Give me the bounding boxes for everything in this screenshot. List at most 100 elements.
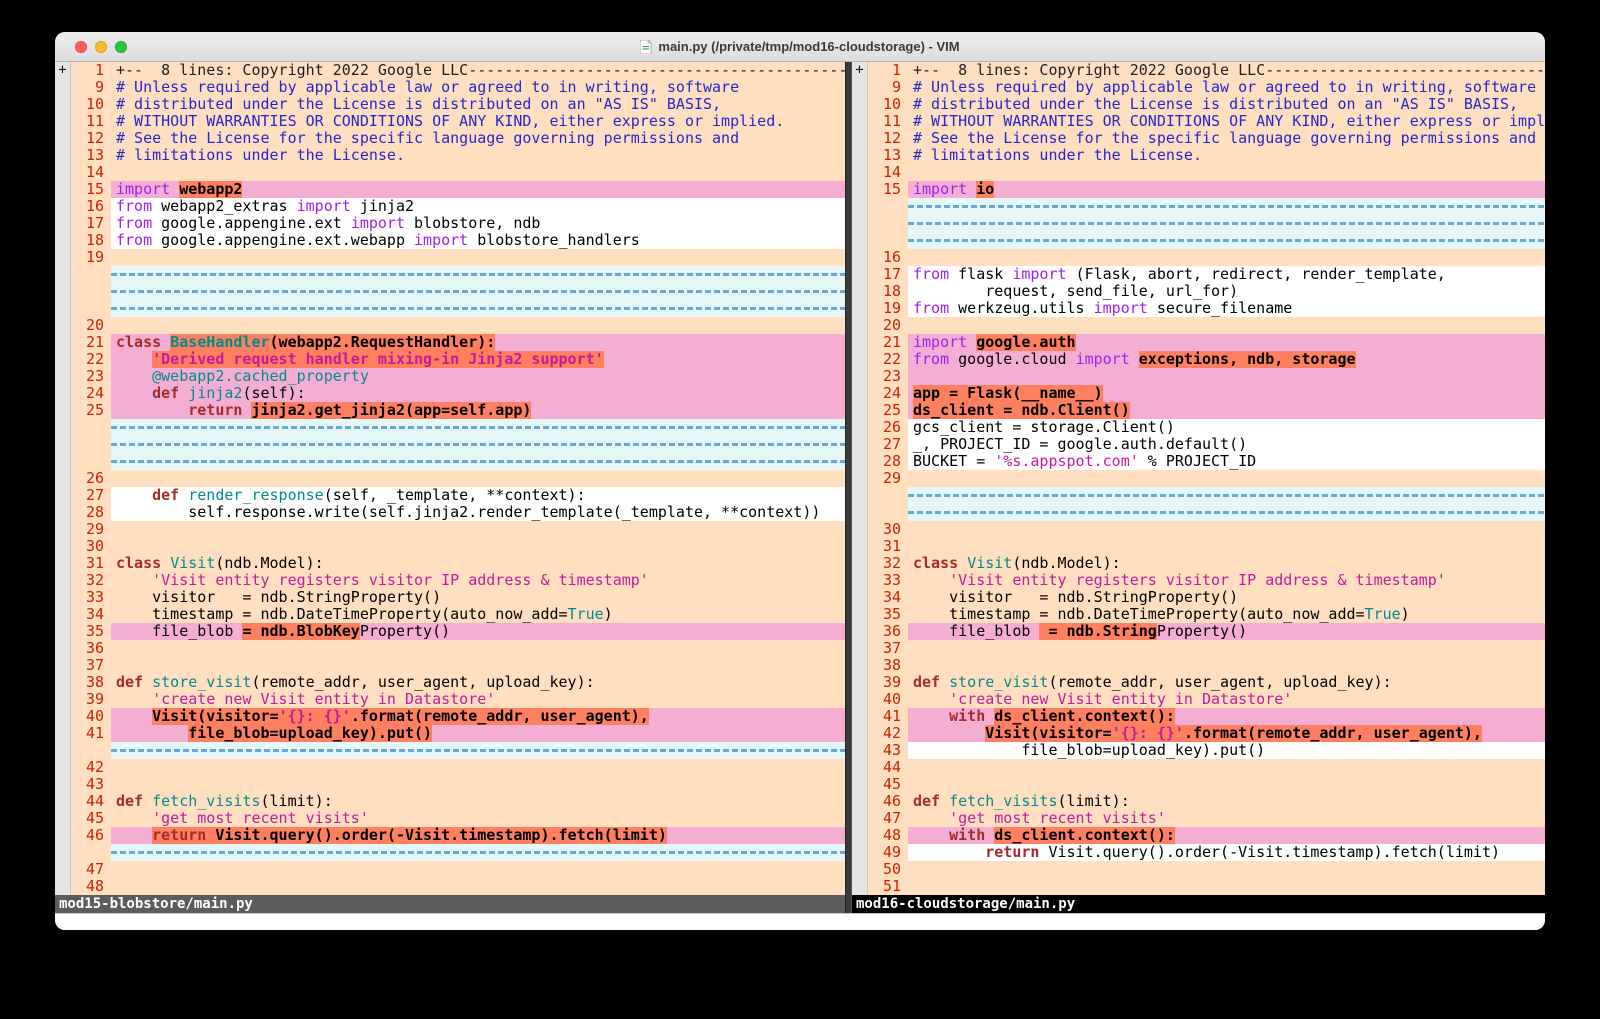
code-line[interactable]: 27 def render_response(self, _template, … bbox=[71, 487, 845, 504]
code-line[interactable]: 19from werkzeug.utils import secure_file… bbox=[868, 300, 1545, 317]
code-line[interactable]: 31 bbox=[868, 538, 1545, 555]
code-buffer-left[interactable]: 1+-- 8 lines: Copyright 2022 Google LLC-… bbox=[71, 62, 845, 895]
code-line[interactable]: 34 timestamp = ndb.DateTimeProperty(auto… bbox=[71, 606, 845, 623]
diff-filler-line[interactable] bbox=[868, 232, 1545, 249]
code-line[interactable]: 41 file_blob=upload_key).put() bbox=[71, 725, 845, 742]
code-line[interactable]: 42 Visit(visitor='{}: {}'.format(remote_… bbox=[868, 725, 1545, 742]
code-line[interactable]: 47 bbox=[71, 861, 845, 878]
code-line[interactable]: 43 bbox=[71, 776, 845, 793]
code-line[interactable]: 25ds_client = ndb.Client() bbox=[868, 402, 1545, 419]
code-line[interactable]: 14 bbox=[71, 164, 845, 181]
title-bar[interactable]: main.py (/private/tmp/mod16-cloudstorage… bbox=[55, 32, 1545, 62]
code-line[interactable]: 19 bbox=[71, 249, 845, 266]
folded-line[interactable]: 1+-- 8 lines: Copyright 2022 Google LLC-… bbox=[868, 62, 1545, 79]
code-line[interactable]: 12# See the License for the specific lan… bbox=[71, 130, 845, 147]
code-line[interactable]: 28 self.response.write(self.jinja2.rende… bbox=[71, 504, 845, 521]
code-line[interactable]: 44def fetch_visits(limit): bbox=[71, 793, 845, 810]
code-line[interactable]: 24app = Flask(__name__) bbox=[868, 385, 1545, 402]
code-line[interactable]: 10# distributed under the License is dis… bbox=[868, 96, 1545, 113]
horizontal-scrollbar[interactable] bbox=[55, 913, 1545, 930]
code-line[interactable]: 21class BaseHandler(webapp2.RequestHandl… bbox=[71, 334, 845, 351]
code-line[interactable]: 13# limitations under the License. bbox=[868, 147, 1545, 164]
code-line[interactable]: 11# WITHOUT WARRANTIES OR CONDITIONS OF … bbox=[71, 113, 845, 130]
close-button[interactable] bbox=[75, 41, 87, 53]
code-line[interactable]: 28BUCKET = '%s.appspot.com' % PROJECT_ID bbox=[868, 453, 1545, 470]
code-line[interactable]: 24 def jinja2(self): bbox=[71, 385, 845, 402]
code-line[interactable]: 22 'Derived request handler mixing-in Ji… bbox=[71, 351, 845, 368]
code-line[interactable]: 9# Unless required by applicable law or … bbox=[868, 79, 1545, 96]
code-line[interactable]: 20 bbox=[868, 317, 1545, 334]
code-line[interactable]: 23 @webapp2.cached_property bbox=[71, 368, 845, 385]
code-line[interactable]: 26gcs_client = storage.Client() bbox=[868, 419, 1545, 436]
code-line[interactable]: 11# WITHOUT WARRANTIES OR CONDITIONS OF … bbox=[868, 113, 1545, 130]
code-line[interactable]: 30 bbox=[71, 538, 845, 555]
diff-filler-line[interactable] bbox=[868, 215, 1545, 232]
fold-column[interactable]: + bbox=[852, 62, 868, 895]
code-line[interactable]: 14 bbox=[868, 164, 1545, 181]
code-line[interactable]: 43 file_blob=upload_key).put() bbox=[868, 742, 1545, 759]
diff-filler-line[interactable] bbox=[868, 504, 1545, 521]
code-line[interactable]: 18 request, send_file, url_for) bbox=[868, 283, 1545, 300]
code-buffer-right[interactable]: 1+-- 8 lines: Copyright 2022 Google LLC-… bbox=[868, 62, 1545, 895]
code-line[interactable]: 16from webapp2_extras import jinja2 bbox=[71, 198, 845, 215]
code-line[interactable]: 33 visitor = ndb.StringProperty() bbox=[71, 589, 845, 606]
code-line[interactable]: 10# distributed under the License is dis… bbox=[71, 96, 845, 113]
code-line[interactable]: 30 bbox=[868, 521, 1545, 538]
fold-toggle-icon[interactable]: + bbox=[855, 62, 863, 78]
code-line[interactable]: 35 file_blob = ndb.BlobKeyProperty() bbox=[71, 623, 845, 640]
code-line[interactable]: 51 bbox=[868, 878, 1545, 895]
code-line[interactable]: 37 bbox=[71, 657, 845, 674]
code-line[interactable]: 29 bbox=[71, 521, 845, 538]
code-line[interactable]: 37 bbox=[868, 640, 1545, 657]
code-line[interactable]: 40 Visit(visitor='{}: {}'.format(remote_… bbox=[71, 708, 845, 725]
code-line[interactable]: 39 'create new Visit entity in Datastore… bbox=[71, 691, 845, 708]
diff-filler-line[interactable] bbox=[71, 742, 845, 759]
code-line[interactable]: 50 bbox=[868, 861, 1545, 878]
code-line[interactable]: 18from google.appengine.ext.webapp impor… bbox=[71, 232, 845, 249]
code-line[interactable]: 48 with ds_client.context(): bbox=[868, 827, 1545, 844]
code-line[interactable]: 36 file_blob = ndb.StringProperty() bbox=[868, 623, 1545, 640]
diff-filler-line[interactable] bbox=[71, 419, 845, 436]
diff-filler-line[interactable] bbox=[868, 198, 1545, 215]
code-line[interactable]: 45 bbox=[868, 776, 1545, 793]
code-line[interactable]: 16 bbox=[868, 249, 1545, 266]
zoom-button[interactable] bbox=[115, 41, 127, 53]
code-line[interactable]: 31class Visit(ndb.Model): bbox=[71, 555, 845, 572]
code-line[interactable]: 27_, PROJECT_ID = google.auth.default() bbox=[868, 436, 1545, 453]
code-line[interactable]: 36 bbox=[71, 640, 845, 657]
code-line[interactable]: 38 bbox=[868, 657, 1545, 674]
diff-filler-line[interactable] bbox=[71, 283, 845, 300]
code-line[interactable]: 46def fetch_visits(limit): bbox=[868, 793, 1545, 810]
code-line[interactable]: 45 'get most recent visits' bbox=[71, 810, 845, 827]
code-line[interactable]: 20 bbox=[71, 317, 845, 334]
minimize-button[interactable] bbox=[95, 41, 107, 53]
diff-filler-line[interactable] bbox=[71, 453, 845, 470]
code-line[interactable]: 21import google.auth bbox=[868, 334, 1545, 351]
diff-filler-line[interactable] bbox=[71, 436, 845, 453]
code-line[interactable]: 48 bbox=[71, 878, 845, 895]
code-line[interactable]: 42 bbox=[71, 759, 845, 776]
code-line[interactable]: 15import webapp2 bbox=[71, 181, 845, 198]
diff-filler-line[interactable] bbox=[71, 266, 845, 283]
code-line[interactable]: 23 bbox=[868, 368, 1545, 385]
code-line[interactable]: 32class Visit(ndb.Model): bbox=[868, 555, 1545, 572]
code-line[interactable]: 33 'Visit entity registers visitor IP ad… bbox=[868, 572, 1545, 589]
code-line[interactable]: 13# limitations under the License. bbox=[71, 147, 845, 164]
diff-filler-line[interactable] bbox=[868, 487, 1545, 504]
diff-filler-line[interactable] bbox=[71, 844, 845, 861]
code-line[interactable]: 39def store_visit(remote_addr, user_agen… bbox=[868, 674, 1545, 691]
code-line[interactable]: 38def store_visit(remote_addr, user_agen… bbox=[71, 674, 845, 691]
code-line[interactable]: 17from google.appengine.ext import blobs… bbox=[71, 215, 845, 232]
code-line[interactable]: 12# See the License for the specific lan… bbox=[868, 130, 1545, 147]
code-line[interactable]: 17from flask import (Flask, abort, redir… bbox=[868, 266, 1545, 283]
fold-toggle-icon[interactable]: + bbox=[58, 62, 66, 78]
code-line[interactable]: 35 timestamp = ndb.DateTimeProperty(auto… bbox=[868, 606, 1545, 623]
code-line[interactable]: 40 'create new Visit entity in Datastore… bbox=[868, 691, 1545, 708]
code-line[interactable]: 49 return Visit.query().order(-Visit.tim… bbox=[868, 844, 1545, 861]
fold-column[interactable]: + bbox=[55, 62, 71, 895]
folded-line[interactable]: 1+-- 8 lines: Copyright 2022 Google LLC-… bbox=[71, 62, 845, 79]
code-line[interactable]: 34 visitor = ndb.StringProperty() bbox=[868, 589, 1545, 606]
code-line[interactable]: 22from google.cloud import exceptions, n… bbox=[868, 351, 1545, 368]
code-line[interactable]: 41 with ds_client.context(): bbox=[868, 708, 1545, 725]
code-line[interactable]: 46 return Visit.query().order(-Visit.tim… bbox=[71, 827, 845, 844]
